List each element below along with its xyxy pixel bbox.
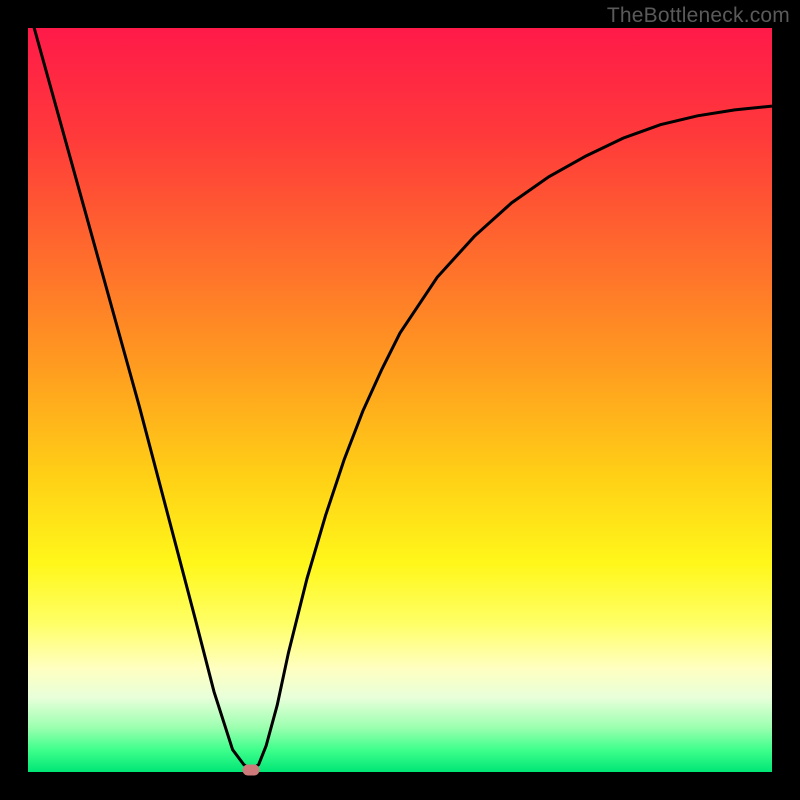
bottleneck-curve <box>28 28 772 770</box>
plot-area <box>28 28 772 772</box>
optimal-point-marker <box>243 764 260 775</box>
chart-curve-svg <box>28 28 772 772</box>
watermark-text: TheBottleneck.com <box>607 4 790 28</box>
